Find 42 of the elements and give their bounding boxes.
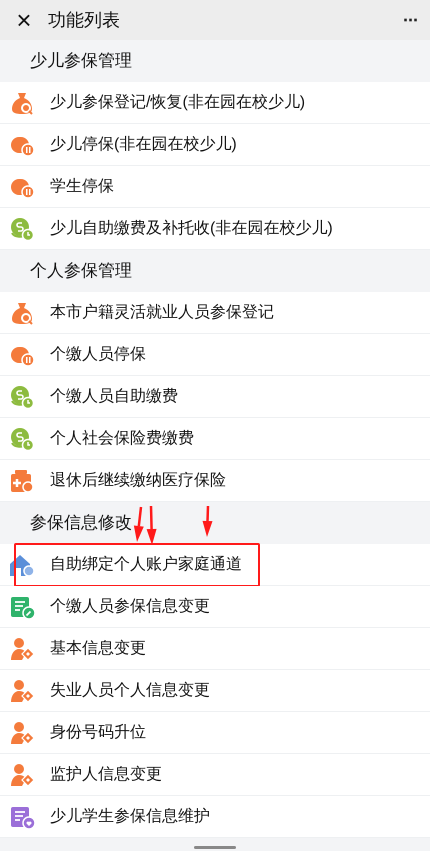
menu-item-label: 少儿参保登记/恢复(非在园在校少儿) <box>50 92 306 112</box>
page-title: 功能列表 <box>48 8 120 32</box>
menu-item[interactable]: 少儿参保登记/恢复(非在园在校少儿) <box>0 82 430 124</box>
menu-item[interactable]: 个人社会保险费缴费 <box>0 418 430 460</box>
menu-item-label: 监护人信息变更 <box>50 764 162 784</box>
menu-item[interactable]: 少儿学生参保信息维护 <box>0 796 430 838</box>
menu-item[interactable]: 少儿停保(非在园在校少儿) <box>0 124 430 166</box>
menu-item[interactable]: 个缴人员参保信息变更 <box>0 586 430 628</box>
menu-item-label: 个缴人员自助缴费 <box>50 386 178 406</box>
menu-item[interactable]: 身份号码升位 <box>0 712 430 754</box>
menu-item-label: 失业人员个人信息变更 <box>50 680 210 700</box>
section-header: 参保信息修改 <box>30 512 132 534</box>
close-button[interactable]: × <box>12 7 36 33</box>
annotation-arrow <box>202 506 213 537</box>
menu-item[interactable]: 自助绑定个人账户家庭通道 <box>0 544 430 586</box>
annotation-arrow <box>146 506 157 545</box>
section-header: 少儿参保管理 <box>30 50 132 72</box>
menu-item-label: 少儿停保(非在园在校少儿) <box>50 134 237 154</box>
menu-item-label: 少儿自助缴费及补托收(非在园在校少儿) <box>50 218 333 238</box>
menu-item[interactable]: 学生停保 <box>0 166 430 208</box>
menu-item-label: 个缴人员停保 <box>50 344 146 364</box>
menu-item-label: 本市户籍灵活就业人员参保登记 <box>50 302 274 322</box>
more-button[interactable]: ··· <box>403 6 418 34</box>
menu-item-label: 个缴人员参保信息变更 <box>50 596 210 616</box>
section-header: 个人参保管理 <box>30 260 132 282</box>
menu-item-label: 退休后继续缴纳医疗保险 <box>50 470 226 490</box>
menu-item[interactable]: 少儿自助缴费及补托收(非在园在校少儿) <box>0 208 430 250</box>
menu-item-label: 身份号码升位 <box>50 722 146 742</box>
annotation-arrow <box>134 506 144 542</box>
menu-item-label: 个人社会保险费缴费 <box>50 428 194 448</box>
menu-item[interactable]: 基本信息变更 <box>0 628 430 670</box>
menu-item-label: 少儿学生参保信息维护 <box>50 806 210 826</box>
menu-item[interactable]: 退休后继续缴纳医疗保险 <box>0 460 430 502</box>
menu-item[interactable]: 失业人员个人信息变更 <box>0 670 430 712</box>
menu-item[interactable]: 本市户籍灵活就业人员参保登记 <box>0 292 430 334</box>
menu-item-label: 学生停保 <box>50 176 114 196</box>
menu-item-label: 基本信息变更 <box>50 638 146 658</box>
home-indicator <box>194 846 236 849</box>
menu-item[interactable]: 个缴人员停保 <box>0 334 430 376</box>
menu-item-label: 自助绑定个人账户家庭通道 <box>50 554 242 574</box>
menu-item[interactable]: 监护人信息变更 <box>0 754 430 796</box>
menu-item[interactable]: 个缴人员自助缴费 <box>0 376 430 418</box>
